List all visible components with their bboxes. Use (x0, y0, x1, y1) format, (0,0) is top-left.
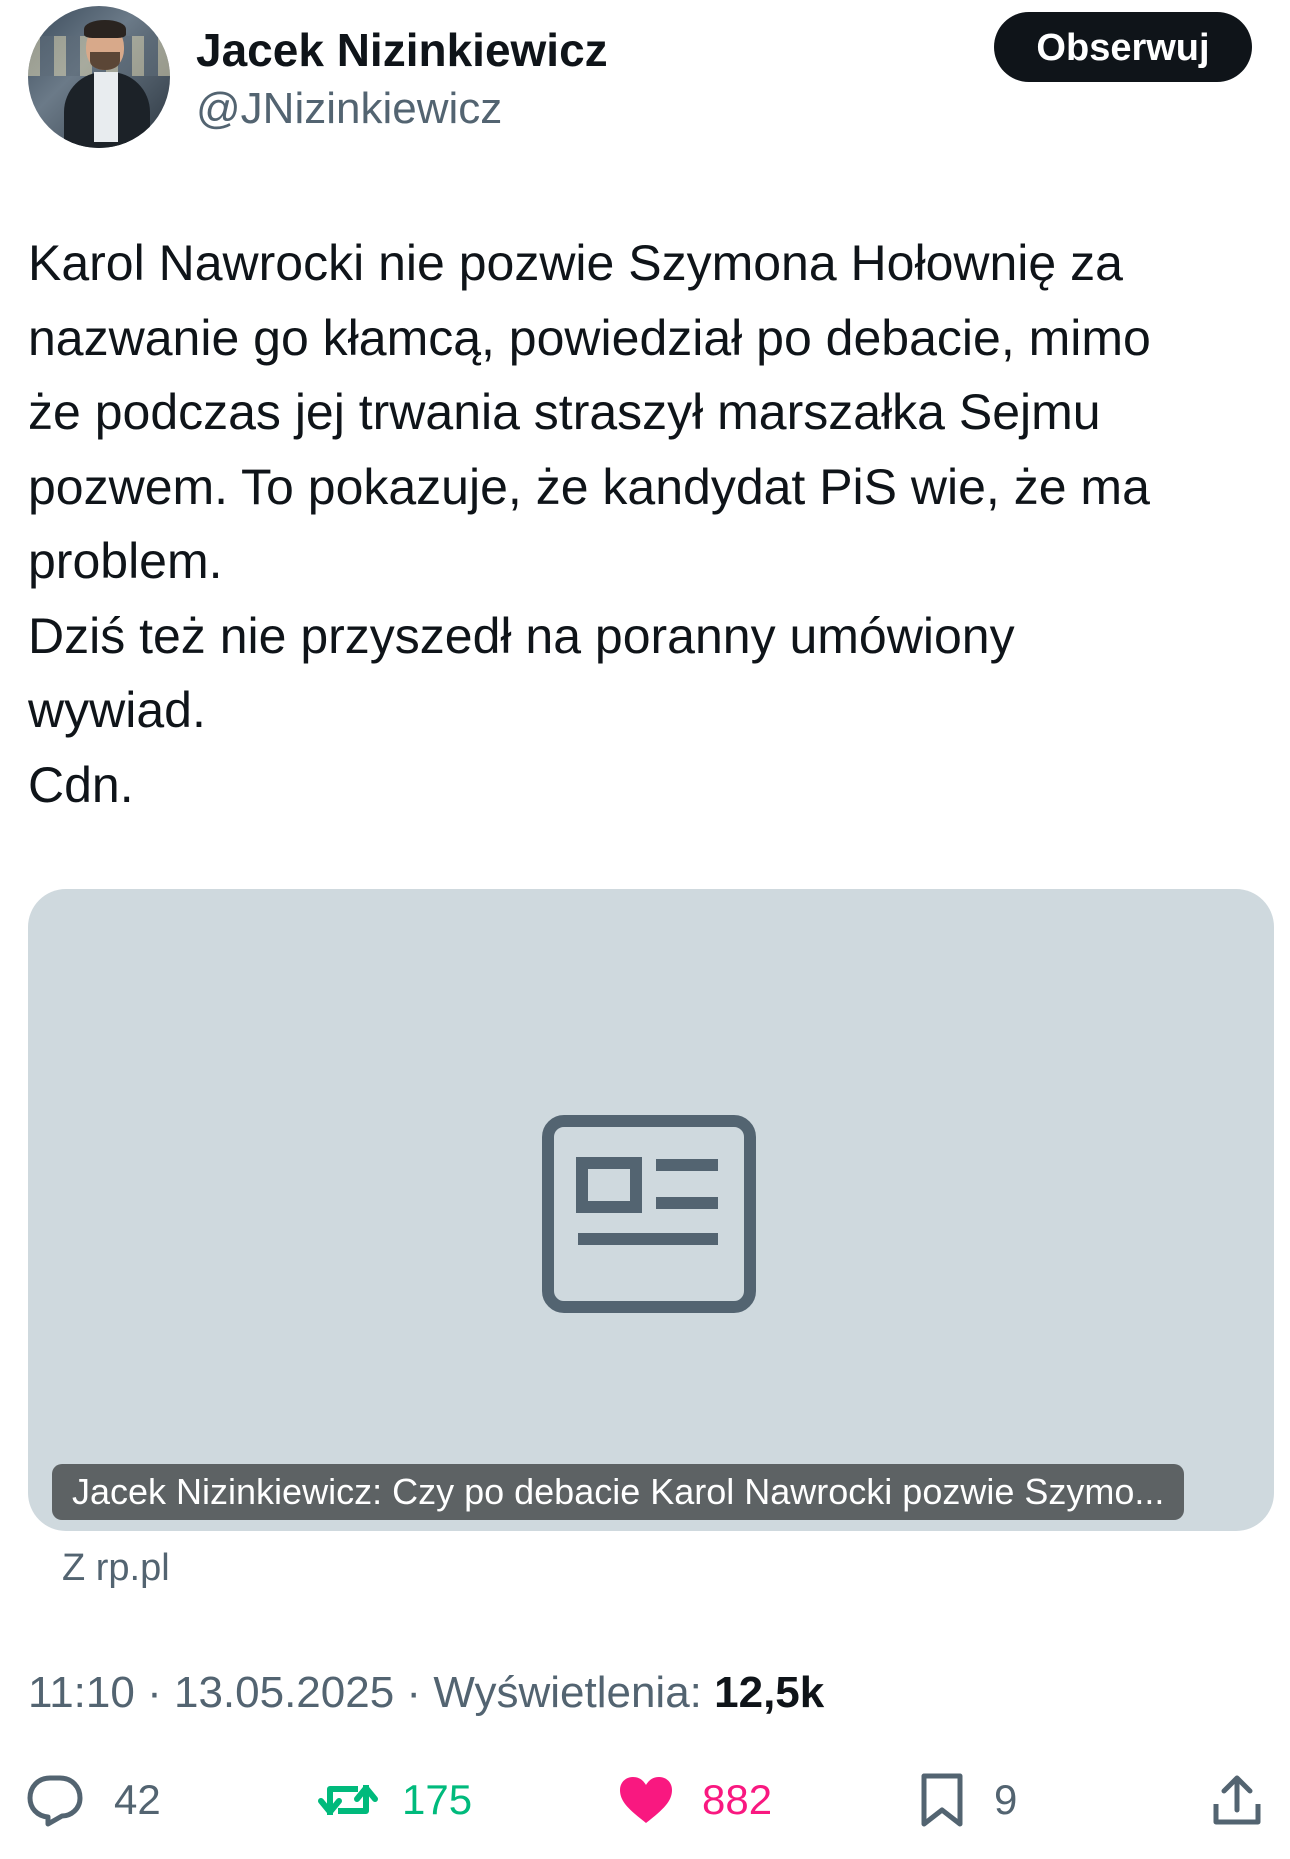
action-bar: 42 175 882 9 (0, 1760, 1290, 1840)
avatar-hair (84, 20, 126, 38)
reply-count: 42 (114, 1776, 161, 1823)
like-button[interactable]: 882 (618, 1760, 772, 1840)
tweet-text: Karol Nawrocki nie pozwie Szymona Hołown… (28, 235, 1151, 813)
heart-icon (620, 1777, 672, 1823)
bookmark-count: 9 (994, 1776, 1018, 1823)
author-handle[interactable]: @JNizinkiewicz (196, 82, 502, 136)
reply-button[interactable]: 42 (26, 1760, 161, 1840)
views-count: 12,5k (714, 1668, 825, 1717)
meta-separator: · (147, 1668, 162, 1717)
tweet-header: Jacek Nizinkiewicz @JNizinkiewicz Obserw… (0, 0, 1290, 170)
share-button[interactable] (1212, 1760, 1262, 1840)
tweet-time[interactable]: 11:10 (28, 1668, 135, 1717)
article-icon (542, 1115, 756, 1313)
bookmark-button[interactable]: 9 (920, 1760, 1017, 1840)
avatar-beard (90, 52, 120, 70)
link-card[interactable]: Jacek Nizinkiewicz: Czy po debacie Karol… (28, 889, 1274, 1531)
follow-button[interactable]: Obserwuj (994, 12, 1252, 82)
avatar-shirt (94, 72, 118, 142)
author-name[interactable]: Jacek Nizinkiewicz (196, 22, 608, 78)
link-card-source[interactable]: Z rp.pl (62, 1540, 170, 1596)
tweet-meta: 11:10 · 13.05.2025 · Wyświetlenia: 12,5k (28, 1665, 824, 1721)
retweet-count: 175 (402, 1776, 473, 1823)
retweet-button[interactable]: 175 (318, 1760, 472, 1840)
retweet-icon (318, 1785, 378, 1815)
bookmark-icon (921, 1773, 963, 1827)
link-card-title: Jacek Nizinkiewicz: Czy po debacie Karol… (52, 1464, 1185, 1520)
like-count: 882 (702, 1776, 773, 1823)
reply-icon (27, 1775, 83, 1827)
views-label: Wyświetlenia: (433, 1668, 702, 1717)
tweet-date[interactable]: 13.05.2025 (174, 1668, 394, 1717)
meta-separator: · (406, 1668, 422, 1717)
share-icon (1213, 1775, 1261, 1825)
avatar[interactable] (28, 6, 170, 148)
